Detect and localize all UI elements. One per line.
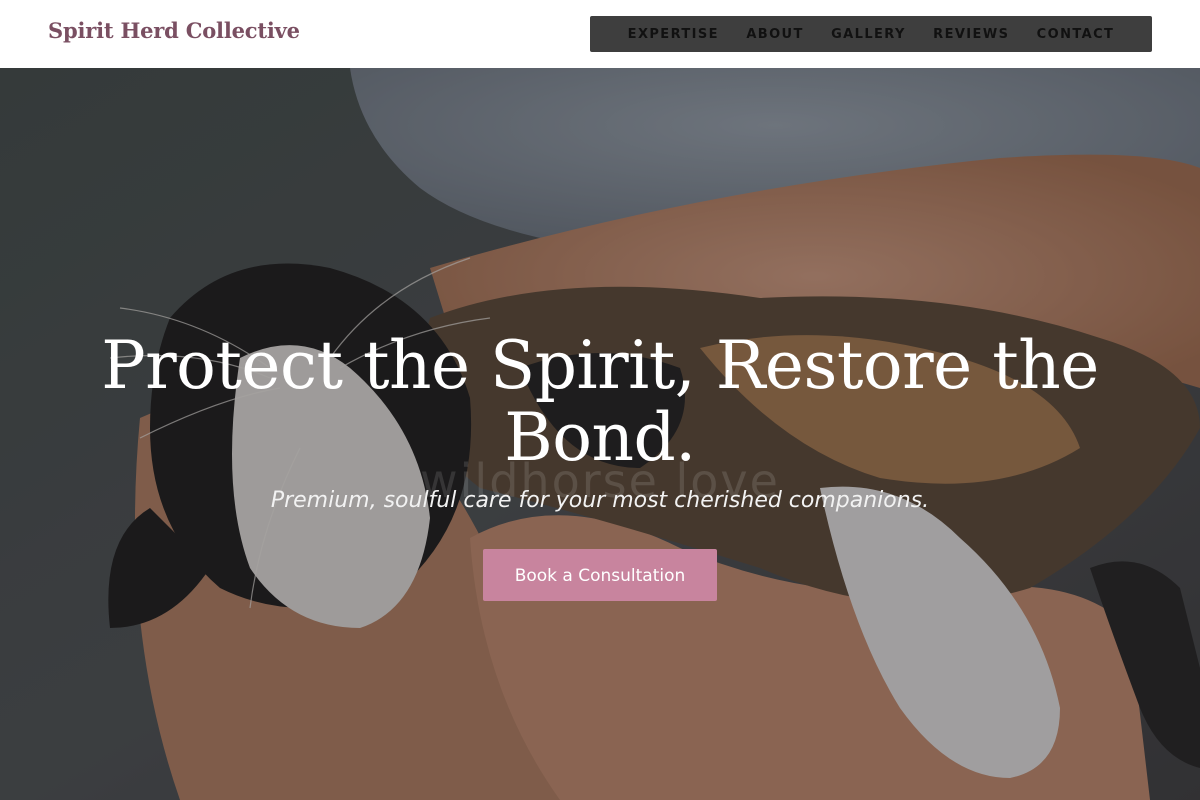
nav-item-gallery[interactable]: GALLERY bbox=[831, 27, 906, 42]
book-consultation-button[interactable]: Book a Consultation bbox=[483, 549, 717, 601]
brand-logo-text[interactable]: Spirit Herd Collective bbox=[48, 18, 300, 43]
site-header: Spirit Herd Collective EXPERTISE ABOUT G… bbox=[0, 0, 1200, 68]
main-nav: EXPERTISE ABOUT GALLERY REVIEWS CONTACT bbox=[590, 16, 1152, 52]
nav-item-about[interactable]: ABOUT bbox=[746, 27, 803, 42]
nav-item-reviews[interactable]: REVIEWS bbox=[933, 27, 1009, 42]
hero-title: Protect the Spirit, Restore the Bond. bbox=[101, 327, 1099, 476]
nav-item-expertise[interactable]: EXPERTISE bbox=[628, 27, 719, 42]
nav-item-contact[interactable]: CONTACT bbox=[1037, 27, 1115, 42]
hero-subtitle: Premium, soulful care for your most cher… bbox=[270, 488, 930, 513]
hero-section: wildhorse love Protect the Spirit, Resto… bbox=[0, 68, 1200, 800]
hero-content: Protect the Spirit, Restore the Bond. Pr… bbox=[0, 330, 1200, 601]
